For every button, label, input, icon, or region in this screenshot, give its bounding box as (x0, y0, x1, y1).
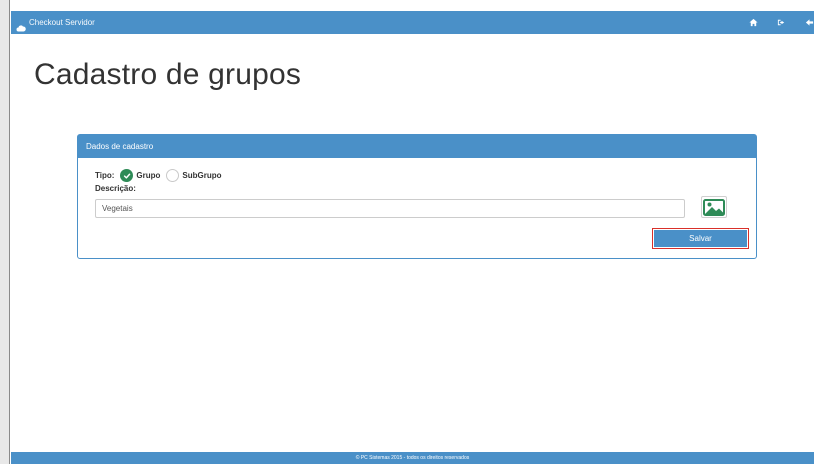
home-icon[interactable] (748, 18, 758, 28)
save-button-highlight: Salvar (652, 228, 749, 249)
brand[interactable]: Checkout Servidor (16, 18, 95, 32)
page-title: Cadastro de grupos (34, 58, 302, 91)
tipo-label: Tipo: (95, 171, 115, 180)
registration-panel: Dados de cadastro Tipo: Grupo SubGrupo D… (77, 134, 757, 259)
tipo-row: Tipo: Grupo SubGrupo (95, 169, 228, 182)
image-upload-button[interactable] (701, 196, 727, 218)
radio-subgrupo-label[interactable]: SubGrupo (182, 171, 221, 180)
radio-subgrupo[interactable] (166, 169, 180, 182)
top-navbar: Checkout Servidor (11, 11, 814, 34)
radio-grupo-label[interactable]: Grupo (136, 171, 160, 180)
radio-grupo[interactable] (120, 169, 134, 182)
image-icon (703, 198, 725, 216)
window-left-edge (0, 0, 10, 464)
footer: © PC Sistemas 2015 - todos os direitos r… (11, 452, 814, 464)
back-icon[interactable] (804, 18, 814, 28)
descricao-input[interactable] (95, 199, 685, 218)
app-title: Checkout Servidor (29, 18, 95, 27)
check-icon (123, 173, 131, 179)
descricao-label: Descrição: (95, 184, 136, 193)
panel-heading: Dados de cadastro (78, 135, 756, 158)
logout-icon[interactable] (776, 18, 786, 28)
navbar-icons (730, 11, 814, 34)
cloud-icon (16, 19, 26, 32)
save-button[interactable]: Salvar (654, 230, 747, 247)
